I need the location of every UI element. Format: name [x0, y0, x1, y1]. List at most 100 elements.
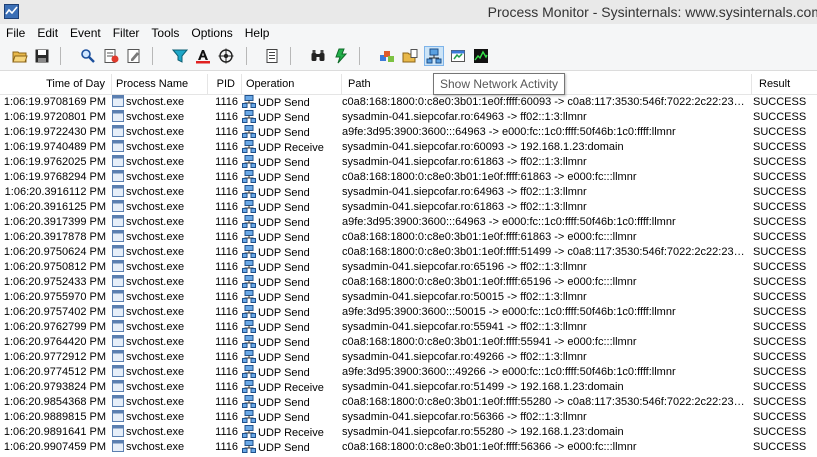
operation: UDP Receive: [258, 142, 324, 154]
menu-options[interactable]: Options: [185, 24, 238, 43]
find-button[interactable]: [78, 46, 98, 66]
table-row[interactable]: 1:06:19.9740489 PM svchost.exe 1116 UDP Rec…: [0, 140, 817, 155]
process-icon: [112, 395, 124, 407]
process-icon: [112, 410, 124, 422]
result: SUCCESS: [753, 426, 807, 438]
toolbar-separator: [359, 47, 360, 65]
process-name-cell: svchost.exe: [112, 380, 208, 395]
pid: 1116: [215, 276, 238, 288]
target-button[interactable]: [216, 46, 236, 66]
file-activity-button[interactable]: [400, 46, 420, 66]
process-name-cell: svchost.exe: [112, 410, 208, 425]
time-of-day: 1:06:20.9889815 PM: [3, 411, 106, 423]
operation-cell: UDP Send: [242, 290, 342, 305]
process-icon: [112, 350, 124, 362]
table-row[interactable]: 1:06:20.9907459 PM svchost.exe 1116 UDP Sen…: [0, 440, 817, 455]
operation: UDP Send: [258, 172, 310, 184]
result: SUCCESS: [753, 261, 807, 273]
time-of-day: 1:06:20.9762799 PM: [3, 321, 106, 333]
find-next-button[interactable]: [308, 46, 328, 66]
path: a9fe:3d95:3900:3600:::50015 -> e000:fc::…: [342, 306, 676, 318]
table-row[interactable]: 1:06:20.9793824 PM svchost.exe 1116 UDP Rec…: [0, 380, 817, 395]
operation-cell: UDP Send: [242, 230, 342, 245]
process-thread-activity-button[interactable]: [448, 46, 468, 66]
table-row[interactable]: 1:06:20.9772912 PM svchost.exe 1116 UDP Sen…: [0, 350, 817, 365]
network-activity-button[interactable]: [424, 46, 444, 66]
table-body: 1:06:19.9708169 PM svchost.exe 1116 UDP Sen…: [0, 95, 817, 455]
process-icon: [112, 320, 124, 332]
operation-cell: UDP Send: [242, 200, 342, 215]
table-row[interactable]: 1:06:20.3917878 PM svchost.exe 1116 UDP Sen…: [0, 230, 817, 245]
table-row[interactable]: 1:06:20.9764420 PM svchost.exe 1116 UDP Sen…: [0, 335, 817, 350]
result: SUCCESS: [753, 441, 807, 453]
time-of-day: 1:06:20.9772912 PM: [3, 351, 106, 363]
table-row[interactable]: 1:06:20.3916112 PM svchost.exe 1116 UDP Sen…: [0, 185, 817, 200]
column-header-time[interactable]: Time of Day: [0, 74, 112, 94]
operation: UDP Send: [258, 277, 310, 289]
table-row[interactable]: 1:06:20.3916125 PM svchost.exe 1116 UDP Sen…: [0, 200, 817, 215]
filter-icon: [172, 49, 188, 63]
network-icon: [242, 320, 256, 333]
operation-cell: UDP Send: [242, 245, 342, 260]
pid: 1116: [215, 441, 238, 453]
table-row[interactable]: 1:06:20.9750624 PM svchost.exe 1116 UDP Sen…: [0, 245, 817, 260]
process-tree-button[interactable]: [262, 46, 282, 66]
highlight-button[interactable]: [193, 46, 213, 66]
process-icon: [112, 230, 124, 242]
column-header-process[interactable]: Process Name: [112, 74, 208, 94]
title-bar[interactable]: Process Monitor - Sysinternals: www.sysi…: [0, 0, 817, 24]
process-name: svchost.exe: [126, 201, 185, 213]
autoscroll-button[interactable]: [101, 46, 121, 66]
binoculars-icon: [311, 50, 325, 61]
table-row[interactable]: 1:06:19.9722430 PM svchost.exe 1116 UDP Sen…: [0, 125, 817, 140]
time-of-day: 1:06:19.9740489 PM: [3, 141, 106, 153]
table-row[interactable]: 1:06:20.9762799 PM svchost.exe 1116 UDP Sen…: [0, 320, 817, 335]
network-icon: [242, 290, 256, 303]
jump-button[interactable]: [331, 46, 351, 66]
filter-button[interactable]: [170, 46, 190, 66]
pid: 1116: [215, 201, 238, 213]
table-row[interactable]: 1:06:20.9889815 PM svchost.exe 1116 UDP Sen…: [0, 410, 817, 425]
column-header-pid[interactable]: PID: [208, 74, 242, 94]
menu-edit[interactable]: Edit: [31, 24, 64, 43]
table-row[interactable]: 1:06:20.9854368 PM svchost.exe 1116 UDP Sen…: [0, 395, 817, 410]
operation-cell: UDP Receive: [242, 425, 342, 440]
open-button[interactable]: [10, 46, 30, 66]
profiling-events-button[interactable]: [471, 46, 491, 66]
result: SUCCESS: [753, 411, 807, 423]
file-activity-icon: [402, 49, 418, 63]
table-row[interactable]: 1:06:20.9774512 PM svchost.exe 1116 UDP Sen…: [0, 365, 817, 380]
menu-filter[interactable]: Filter: [107, 24, 146, 43]
window-title: Process Monitor - Sysinternals: www.sysi…: [487, 4, 817, 20]
table-row[interactable]: 1:06:19.9708169 PM svchost.exe 1116 UDP Sen…: [0, 95, 817, 110]
clear-button[interactable]: [124, 46, 144, 66]
save-button[interactable]: [32, 46, 52, 66]
table-row[interactable]: 1:06:19.9720801 PM svchost.exe 1116 UDP Sen…: [0, 110, 817, 125]
table-row[interactable]: 1:06:19.9762025 PM svchost.exe 1116 UDP Sen…: [0, 155, 817, 170]
path: sysadmin-041.siepcofar.ro:56366 -> ff02:…: [342, 411, 587, 423]
menu-file[interactable]: File: [0, 24, 31, 43]
time-of-day: 1:06:20.9757402 PM: [3, 306, 106, 318]
network-icon: [242, 110, 256, 123]
process-name: svchost.exe: [126, 366, 185, 378]
operation: UDP Send: [258, 247, 310, 259]
registry-activity-button[interactable]: [377, 46, 397, 66]
column-header-operation[interactable]: Operation: [242, 74, 342, 94]
table-row[interactable]: 1:06:20.9752433 PM svchost.exe 1116 UDP Sen…: [0, 275, 817, 290]
table-row[interactable]: 1:06:20.3917399 PM svchost.exe 1116 UDP Sen…: [0, 215, 817, 230]
table-row[interactable]: 1:06:20.9757402 PM svchost.exe 1116 UDP Sen…: [0, 305, 817, 320]
table-row[interactable]: 1:06:20.9755970 PM svchost.exe 1116 UDP Sen…: [0, 290, 817, 305]
menu-help[interactable]: Help: [239, 24, 276, 43]
table-row[interactable]: 1:06:19.9768294 PM svchost.exe 1116 UDP Sen…: [0, 170, 817, 185]
table-row[interactable]: 1:06:20.9750812 PM svchost.exe 1116 UDP Sen…: [0, 260, 817, 275]
column-header-result[interactable]: Result: [752, 74, 817, 94]
process-name: svchost.exe: [126, 126, 185, 138]
table-row[interactable]: 1:06:20.9891641 PM svchost.exe 1116 UDP Rec…: [0, 425, 817, 440]
network-icon: [242, 335, 256, 348]
menu-tools[interactable]: Tools: [145, 24, 185, 43]
process-icon: [112, 95, 124, 107]
time-of-day: 1:06:20.3917878 PM: [3, 231, 106, 243]
process-icon: [112, 275, 124, 287]
result: SUCCESS: [753, 276, 807, 288]
menu-event[interactable]: Event: [64, 24, 107, 43]
